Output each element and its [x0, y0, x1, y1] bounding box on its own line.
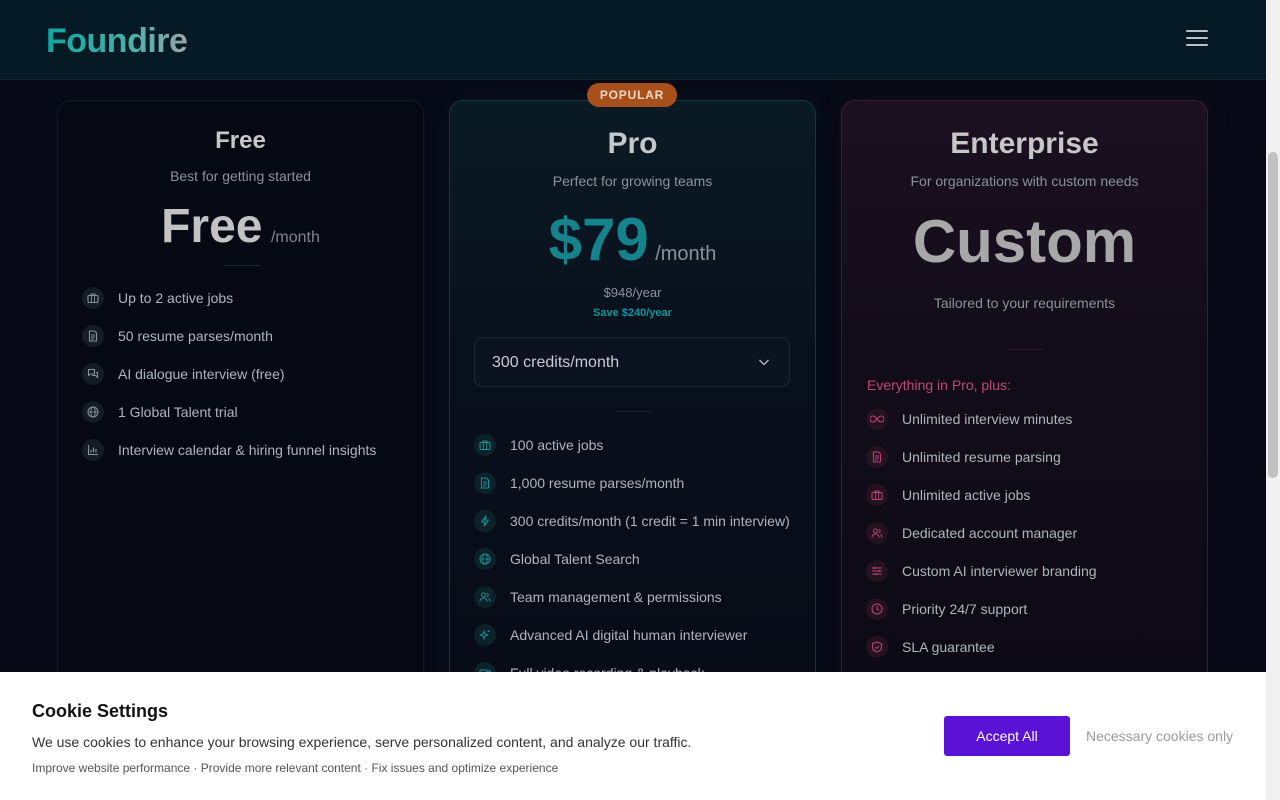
users-icon: [474, 586, 496, 608]
plan-price: Custom: [912, 208, 1137, 275]
feature-item: AI dialogue interview (free): [82, 362, 285, 386]
plus-heading: Everything in Pro, plus:: [867, 377, 1011, 393]
site-header: Foundire: [0, 0, 1266, 80]
document-icon: [866, 446, 888, 468]
feature-label: AI dialogue interview (free): [118, 366, 285, 382]
accept-all-button[interactable]: Accept All: [944, 716, 1070, 756]
feature-label: 100 active jobs: [510, 437, 604, 453]
logo[interactable]: Foundire: [46, 22, 188, 61]
feature-item: Up to 2 active jobs: [82, 286, 233, 310]
feature-item: Global Talent Search: [474, 547, 640, 571]
price-period: /month: [270, 229, 320, 246]
globe-icon: [474, 548, 496, 570]
feature-label: Dedicated account manager: [902, 525, 1078, 541]
feature-item: Priority 24/7 support: [866, 597, 1027, 621]
hamburger-menu-icon[interactable]: [1186, 30, 1208, 50]
sliders-icon: [866, 560, 888, 582]
divider: [616, 411, 652, 412]
briefcase-icon: [474, 434, 496, 456]
feature-label: Unlimited resume parsing: [902, 449, 1061, 465]
document-icon: [474, 472, 496, 494]
scrollbar-thumb[interactable]: [1268, 152, 1278, 478]
price-block: Free /month: [58, 199, 423, 254]
feature-label: 50 resume parses/month: [118, 328, 273, 344]
plan-tagline: Perfect for growing teams: [552, 173, 713, 189]
price-note: Tailored to your requirements: [933, 295, 1116, 311]
feature-label: SLA guarantee: [902, 639, 995, 655]
feature-item: Interview calendar & hiring funnel insig…: [82, 438, 376, 462]
feature-label: 300 credits/month (1 credit = 1 min inte…: [510, 513, 790, 529]
credits-select-value: 300 credits/month: [492, 354, 620, 371]
feature-item: 1 Global Talent trial: [82, 400, 238, 424]
feature-label: Custom AI interviewer branding: [902, 563, 1097, 579]
price-block: $79 /month: [450, 205, 815, 274]
feature-label: Unlimited interview minutes: [902, 411, 1073, 427]
feature-item: Unlimited active jobs: [866, 483, 1030, 507]
credits-select[interactable]: 300 credits/month: [474, 337, 790, 387]
feature-item: 50 resume parses/month: [82, 324, 273, 348]
feature-label: Advanced AI digital human interviewer: [510, 627, 748, 643]
chat-icon: [82, 363, 104, 385]
sparkle-icon: [474, 624, 496, 646]
cookie-banner: Cookie Settings We use cookies to enhanc…: [0, 672, 1266, 800]
lightning-icon: [474, 510, 496, 532]
plan-card-pro: Pro Perfect for growing teams $79 /month…: [449, 100, 816, 740]
yearly-savings: Save $240/year: [593, 307, 672, 319]
plan-price: Free: [161, 200, 263, 253]
feature-item: 300 credits/month (1 credit = 1 min inte…: [474, 509, 790, 533]
feature-item: Unlimited interview minutes: [866, 407, 1072, 431]
feature-item: 1,000 resume parses/month: [474, 471, 684, 495]
feature-label: Team management & permissions: [510, 589, 722, 605]
popular-badge: POPULAR: [587, 83, 677, 107]
cookie-title: Cookie Settings: [32, 701, 169, 721]
feature-item: Advanced AI digital human interviewer: [474, 623, 747, 647]
feature-item: Custom AI interviewer branding: [866, 559, 1097, 583]
feature-label: 1,000 resume parses/month: [510, 475, 685, 491]
feature-item: SLA guarantee: [866, 635, 995, 659]
users-icon: [866, 522, 888, 544]
bar-chart-icon: [82, 439, 104, 461]
infinity-icon: [866, 408, 888, 430]
shield-icon: [866, 636, 888, 658]
feature-item: Unlimited resume parsing: [866, 445, 1061, 469]
globe-icon: [82, 401, 104, 423]
feature-item: Dedicated account manager: [866, 521, 1077, 545]
document-icon: [82, 325, 104, 347]
plan-tagline: For organizations with custom needs: [910, 173, 1139, 189]
feature-label: Priority 24/7 support: [902, 601, 1028, 617]
briefcase-icon: [866, 484, 888, 506]
feature-label: Interview calendar & hiring funnel insig…: [118, 442, 377, 458]
divider: [224, 265, 260, 266]
plan-card-enterprise: Enterprise For organizations with custom…: [841, 100, 1208, 740]
feature-label: Global Talent Search: [510, 551, 640, 567]
feature-label: Unlimited active jobs: [902, 487, 1031, 503]
necessary-cookies-button[interactable]: Necessary cookies only: [1086, 716, 1233, 756]
price-period: /month: [655, 243, 717, 265]
plan-name: Pro: [607, 127, 658, 160]
feature-item: Team management & permissions: [474, 585, 722, 609]
plan-card-free: Free Best for getting started Free /mont…: [57, 100, 424, 740]
chevron-down-icon: [757, 355, 771, 374]
cookie-message: We use cookies to enhance your browsing …: [32, 734, 692, 750]
yearly-price: $948/year: [603, 285, 662, 300]
plan-name: Enterprise: [950, 127, 1099, 160]
divider: [1008, 349, 1044, 350]
plan-price: $79: [548, 206, 649, 273]
briefcase-icon: [82, 287, 104, 309]
feature-label: 1 Global Talent trial: [118, 404, 238, 420]
cookie-details: Improve website performance · Provide mo…: [32, 761, 559, 775]
clock-icon: [866, 598, 888, 620]
feature-item: 100 active jobs: [474, 433, 603, 457]
feature-label: Up to 2 active jobs: [118, 290, 234, 306]
plan-tagline: Best for getting started: [170, 168, 311, 184]
plan-name: Free: [215, 127, 266, 154]
